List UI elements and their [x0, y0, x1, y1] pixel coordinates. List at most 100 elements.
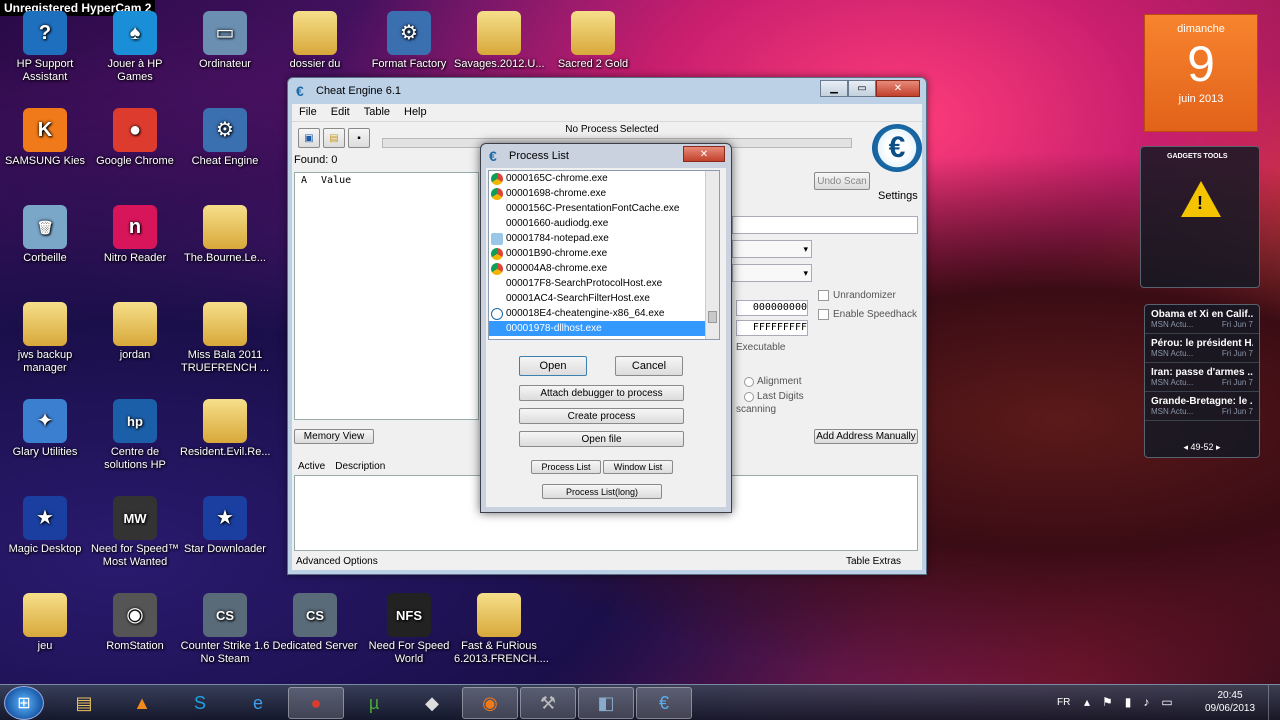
menu-file[interactable]: File — [292, 104, 324, 121]
explorer-icon[interactable]: ▤ — [56, 687, 112, 719]
open-file-button[interactable]: ▤ — [323, 128, 345, 148]
unrandomizer-checkbox[interactable]: Unrandomizer — [818, 290, 896, 301]
process-list-long-button[interactable]: Process List(long) — [542, 484, 662, 499]
news-item[interactable]: Iran: passe d'armes ... MSN Actu... Fri Ju… — [1145, 363, 1259, 392]
tray-expand-icon[interactable]: ▴ — [1084, 695, 1090, 709]
stop-address-input[interactable]: FFFFFFFFF — [736, 320, 808, 336]
desktop-icon[interactable]: K SAMSUNG Kies — [0, 108, 90, 168]
flag-icon[interactable]: ⚑ — [1102, 695, 1113, 709]
desktop-icon[interactable]: dossier du — [270, 11, 360, 71]
create-process-button[interactable]: Create process — [519, 408, 684, 424]
process-row[interactable]: 000004A8-chrome.exe — [489, 261, 719, 276]
show-desktop-button[interactable] — [1268, 685, 1280, 720]
attach-debugger-button[interactable]: Attach debugger to process — [519, 385, 684, 401]
scan-type-select[interactable]: ▾ — [732, 240, 812, 258]
table-extras-link[interactable]: Table Extras — [846, 556, 901, 567]
volume-icon[interactable]: ♪ — [1143, 695, 1149, 709]
process-row[interactable]: 0000165C-chrome.exe — [489, 171, 719, 186]
utorrent-icon[interactable]: µ — [346, 687, 402, 719]
value-type-select[interactable]: ▾ — [732, 264, 812, 282]
alignment-radio[interactable]: Alignment — [744, 376, 801, 387]
desktop-icon[interactable]: ⚙ Cheat Engine — [180, 108, 270, 168]
process-row[interactable]: 00001978-dllhost.exe — [489, 321, 719, 336]
desktop-icon[interactable]: The.Bourne.Le... — [180, 205, 270, 265]
unity-icon[interactable]: ◆ — [404, 687, 460, 719]
desktop-icon[interactable]: ⚙ Format Factory — [364, 11, 454, 71]
value-input[interactable] — [732, 216, 918, 234]
process-row[interactable]: 000017F8-SearchProtocolHost.exe — [489, 276, 719, 291]
news-item[interactable]: Obama et Xi en Calif... MSN Actu... Fri Ju… — [1145, 305, 1259, 334]
cheat-engine-icon[interactable]: € — [636, 687, 692, 719]
desktop-icon[interactable]: Sacred 2 Gold — [548, 11, 638, 71]
desktop-icon[interactable]: 🗑 Corbeille — [0, 205, 90, 265]
add-address-button[interactable]: Add Address Manually — [814, 429, 918, 444]
process-row[interactable]: 00001AC4-SearchFilterHost.exe — [489, 291, 719, 306]
menu-edit[interactable]: Edit — [324, 104, 357, 121]
desktop-icon[interactable]: jordan — [90, 302, 180, 362]
vlc-icon[interactable]: ▲ — [114, 687, 170, 719]
desktop-icon[interactable]: jws backup manager — [0, 302, 90, 375]
process-row[interactable]: 00001698-chrome.exe — [489, 186, 719, 201]
process-listbox[interactable]: 0000165C-chrome.exe 00001698-chrome.exe 00… — [488, 170, 720, 340]
close-button[interactable]: ✕ — [876, 80, 920, 97]
advanced-options-link[interactable]: Advanced Options — [296, 556, 378, 567]
desktop-icon[interactable]: CS Counter Strike 1.6 No Steam — [180, 593, 270, 666]
paint-icon[interactable]: ◧ — [578, 687, 634, 719]
desktop-icon[interactable]: hp Centre de solutions HP — [90, 399, 180, 472]
news-item[interactable]: Grande-Bretagne: le ... MSN Actu... Fri Ju… — [1145, 392, 1259, 421]
desktop-icon[interactable]: Savages.2012.U... — [454, 11, 545, 71]
start-button[interactable]: ⊞ — [4, 686, 44, 720]
process-list-tab[interactable]: Process List — [531, 460, 601, 474]
maximize-button[interactable]: ▭ — [848, 80, 876, 97]
desktop-icon[interactable]: ◉ RomStation — [90, 593, 180, 653]
desktop-icon[interactable]: ★ Star Downloader — [180, 496, 270, 556]
open-button[interactable]: Open — [519, 356, 587, 376]
desktop-icon[interactable]: ▭ Ordinateur — [180, 11, 270, 71]
desktop-icon[interactable]: NFS Need For Speed World — [364, 593, 454, 666]
desktop-icon[interactable]: Resident.Evil.Re... — [180, 399, 270, 459]
desktop-icon[interactable]: jeu — [0, 593, 90, 653]
news-gadget[interactable]: Obama et Xi en Calif... MSN Actu... Fri Ju… — [1144, 304, 1260, 458]
process-row[interactable]: 00001784-notepad.exe — [489, 231, 719, 246]
cheat-engine-tool-icon[interactable]: ⚒ — [520, 687, 576, 719]
menu-table[interactable]: Table — [357, 104, 397, 121]
minimize-button[interactable]: ▁ — [820, 80, 848, 97]
start-address-input[interactable]: 000000000 — [736, 300, 808, 316]
desktop-icon[interactable]: Fast & FuRious 6.2013.FRENCH.... — [454, 593, 549, 666]
cancel-button[interactable]: Cancel — [615, 356, 683, 376]
network-icon[interactable]: ▮ — [1125, 695, 1132, 709]
memory-view-button[interactable]: Memory View — [294, 429, 374, 444]
news-pager[interactable]: ◂ 49-52 ▸ — [1145, 442, 1259, 453]
undo-scan-button[interactable]: Undo Scan — [814, 172, 870, 190]
desktop-icon[interactable]: CS Dedicated Server — [270, 593, 360, 653]
desktop-icon[interactable]: n Nitro Reader — [90, 205, 180, 265]
save-button[interactable]: ▪ — [348, 128, 370, 148]
menu-help[interactable]: Help — [397, 104, 434, 121]
language-indicator[interactable]: FR — [1057, 697, 1070, 708]
scroll-thumb[interactable] — [708, 311, 717, 323]
settings-label[interactable]: Settings — [878, 190, 918, 202]
desktop-icon[interactable]: ✦ Glary Utilities — [0, 399, 90, 459]
desktop-icon[interactable]: MW Need for Speed™ Most Wanted — [90, 496, 180, 569]
news-item[interactable]: Pérou: le président H... MSN Actu... Fri J… — [1145, 334, 1259, 363]
cheat-engine-logo[interactable]: € — [872, 124, 922, 172]
last-digits-radio[interactable]: Last Digits — [744, 391, 804, 402]
chrome-icon[interactable]: ● — [288, 687, 344, 719]
battery-icon[interactable]: ▭ — [1161, 695, 1172, 709]
speedhack-checkbox[interactable]: Enable Speedhack — [818, 309, 917, 320]
process-row[interactable]: 0000156C-PresentationFontCache.exe — [489, 201, 719, 216]
blender-icon[interactable]: ◉ — [462, 687, 518, 719]
desktop-icon[interactable]: ● Google Chrome — [90, 108, 180, 168]
open-process-button[interactable]: ▣ — [298, 128, 320, 148]
process-row[interactable]: 000018E4-cheatengine-x86_64.exe — [489, 306, 719, 321]
process-row[interactable]: 00001660-audiodg.exe — [489, 216, 719, 231]
skype-icon[interactable]: S — [172, 687, 228, 719]
open-file-button[interactable]: Open file — [519, 431, 684, 447]
process-list-dialog[interactable]: € Process List ✕ 0000165C-chrome.exe 0000… — [480, 143, 732, 513]
address-list[interactable]: A Value — [294, 172, 479, 420]
clock[interactable]: 20:45 09/06/2013 — [1198, 689, 1262, 715]
desktop-icon[interactable]: ♠ Jouer à HP Games — [90, 11, 180, 84]
process-row[interactable]: 00001B90-chrome.exe — [489, 246, 719, 261]
window-list-tab[interactable]: Window List — [603, 460, 673, 474]
dialog-close-button[interactable]: ✕ — [683, 146, 725, 162]
